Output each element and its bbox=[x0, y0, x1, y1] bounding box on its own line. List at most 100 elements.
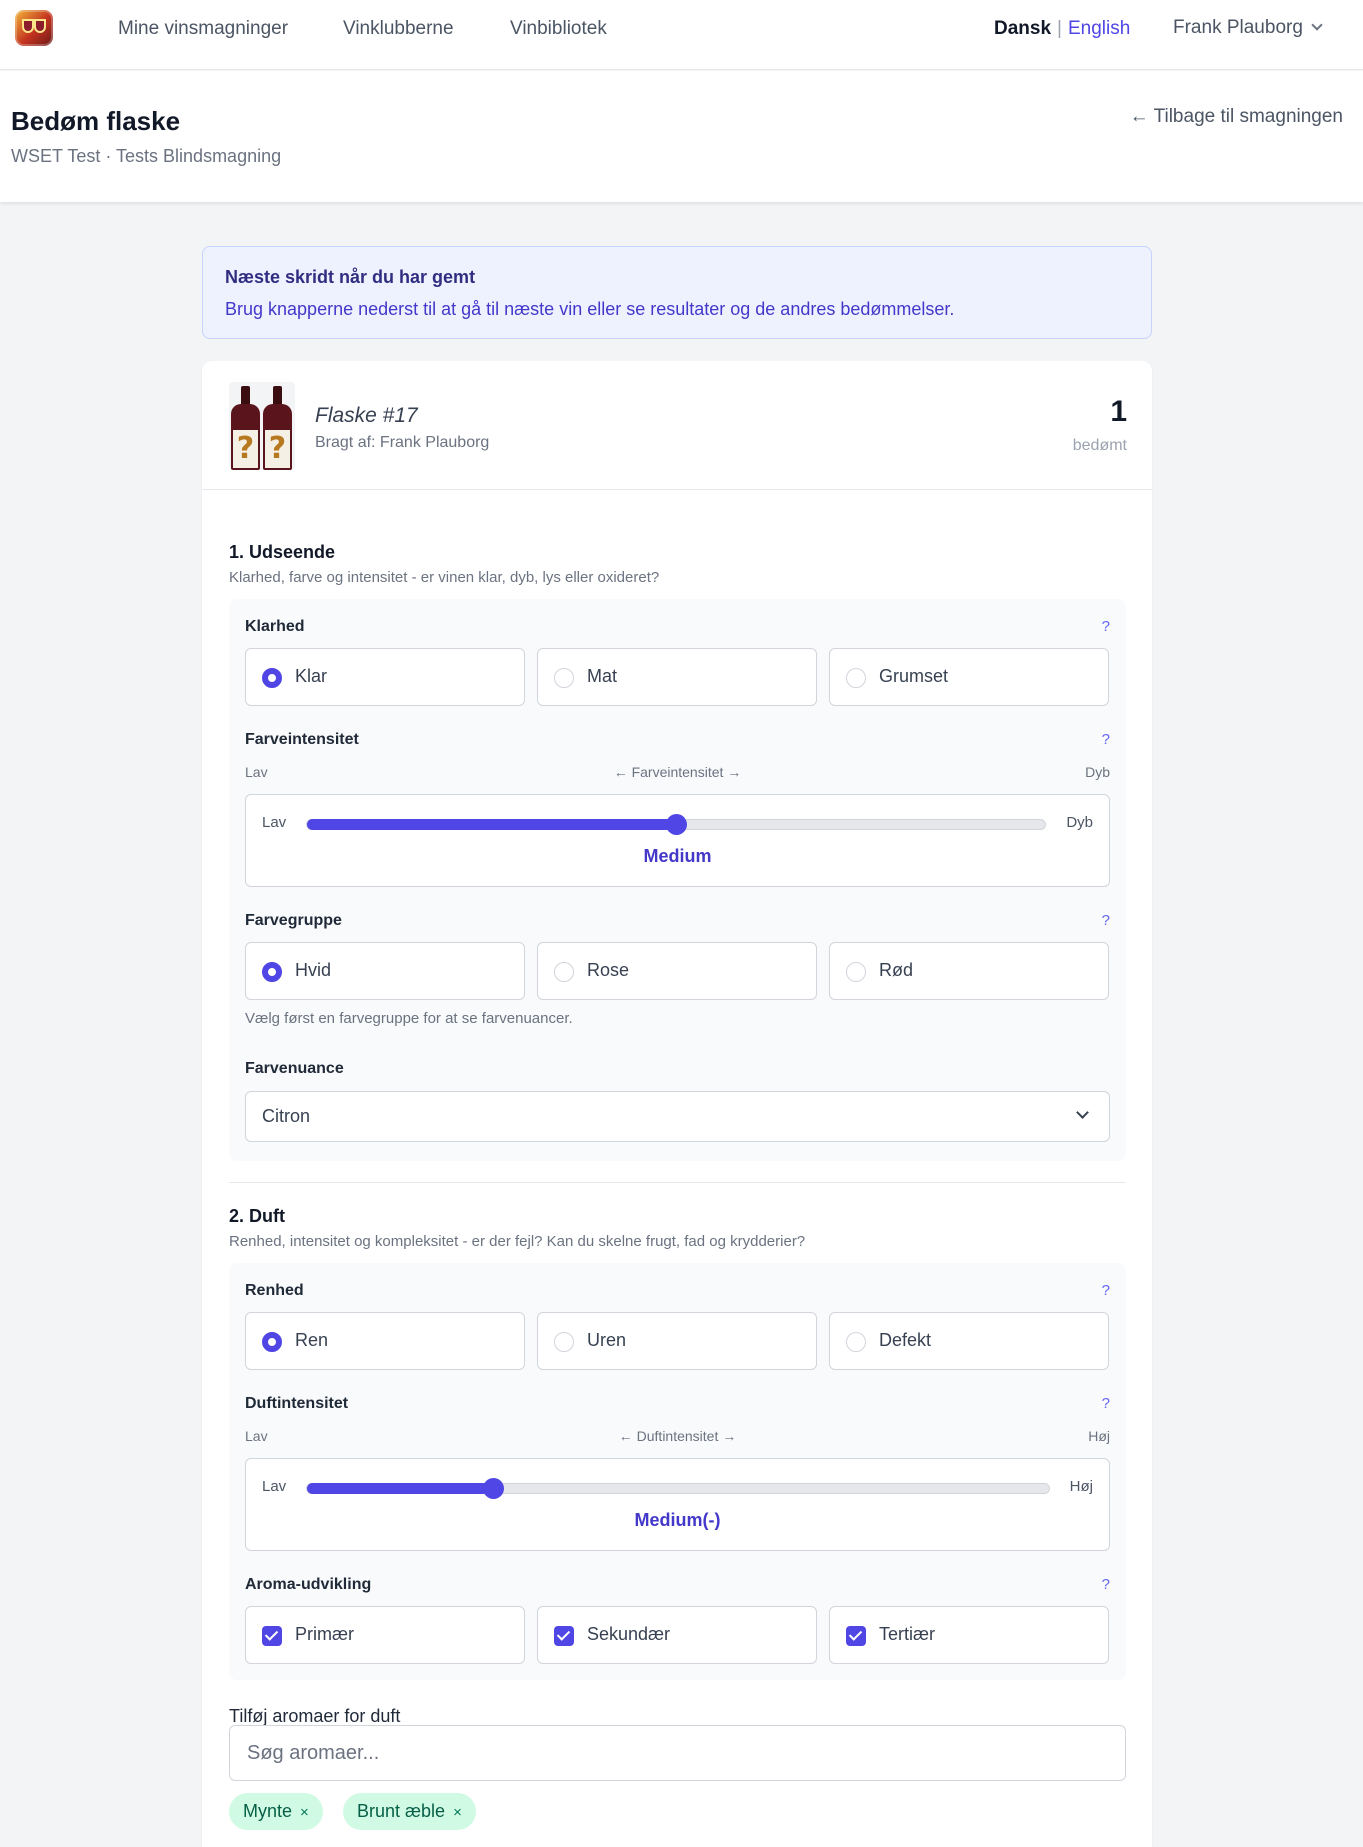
nav-link-wine-clubs[interactable]: Vinklubberne bbox=[343, 18, 454, 40]
bottle-thumbnail: ? ? bbox=[229, 382, 295, 470]
condition-option-ren[interactable]: Ren bbox=[245, 1312, 525, 1370]
slider-max-label: Høj bbox=[1069, 1478, 1093, 1495]
back-to-tasting-link[interactable]: ← Tilbage til smagningen bbox=[1130, 106, 1343, 128]
page-header: Bedøm flaske WSET Test · Tests Blindsmag… bbox=[0, 71, 1363, 202]
clarity-label: Klarhed bbox=[245, 618, 305, 635]
lang-english[interactable]: English bbox=[1068, 18, 1130, 39]
slider-fill bbox=[307, 819, 676, 830]
nose-panel: Renhed ? Ren Uren Defekt Duftintensitet … bbox=[229, 1263, 1126, 1680]
aroma-intensity-label: Duftintensitet bbox=[245, 1395, 349, 1412]
aroma-search-input[interactable] bbox=[229, 1725, 1126, 1781]
radio-selected-icon bbox=[262, 962, 282, 982]
radio-unselected-icon bbox=[846, 962, 866, 982]
aroma-chip: Mynte × bbox=[229, 1793, 323, 1830]
aromas-label: Tilføj aromaer for duft bbox=[229, 1706, 401, 1726]
color-intensity-help-icon[interactable]: ? bbox=[1102, 731, 1110, 748]
slider-handle[interactable] bbox=[666, 814, 687, 835]
top-navigation: Mine vinsmagninger Vinklubberne Vinbibli… bbox=[0, 0, 1363, 70]
aroma-intensity-slider[interactable] bbox=[306, 1478, 1050, 1499]
clarity-help-icon[interactable]: ? bbox=[1102, 618, 1110, 635]
slider-handle[interactable] bbox=[482, 1478, 504, 1499]
development-help-icon[interactable]: ? bbox=[1102, 1576, 1110, 1593]
option-label: Grumset bbox=[879, 666, 949, 686]
slider-fill bbox=[307, 1483, 493, 1494]
color-group-option-rose[interactable]: Rose bbox=[537, 942, 817, 1000]
option-label: Mat bbox=[587, 666, 618, 686]
section-desc-nose: Renhed, intensitet og kompleksitet - er … bbox=[229, 1233, 806, 1250]
option-label: Ren bbox=[295, 1330, 329, 1350]
option-label: Defekt bbox=[879, 1330, 932, 1350]
color-group-help-icon[interactable]: ? bbox=[1102, 912, 1110, 929]
color-intensity-slider-box: Lav Dyb Medium bbox=[245, 794, 1110, 887]
bottle-label-glyph: ? bbox=[265, 430, 290, 468]
rated-count: 1 bbox=[1110, 395, 1127, 428]
clarity-option-klar[interactable]: Klar bbox=[245, 648, 525, 706]
user-name: Frank Plauborg bbox=[1173, 17, 1303, 38]
bottle-brought-by: Bragt af: Frank Plauborg bbox=[315, 434, 490, 451]
banner-title: Næste skridt når du har gemt bbox=[225, 267, 476, 287]
slider-min-label: Lav bbox=[262, 814, 287, 831]
banner-text: Brug knapperne nederst til at gå til næs… bbox=[225, 299, 955, 319]
radio-unselected-icon bbox=[554, 1332, 574, 1352]
option-label: Tertiær bbox=[879, 1624, 936, 1644]
section-divider bbox=[229, 1182, 1126, 1183]
development-option-tertiary[interactable]: Tertiær bbox=[829, 1606, 1109, 1664]
page-subtitle: WSET Test · Tests Blindsmagning bbox=[11, 146, 282, 166]
radio-unselected-icon bbox=[554, 962, 574, 982]
color-hue-label: Farvenuance bbox=[245, 1060, 344, 1077]
lang-separator: | bbox=[1057, 18, 1062, 39]
radio-selected-icon bbox=[262, 668, 282, 688]
clarity-option-mat[interactable]: Mat bbox=[537, 648, 817, 706]
nav-link-wine-library[interactable]: Vinbibliotek bbox=[510, 18, 607, 40]
scale-hint-right: Høj bbox=[1088, 1428, 1110, 1444]
option-label: Rose bbox=[587, 960, 630, 980]
development-option-primary[interactable]: Primær bbox=[245, 1606, 525, 1664]
language-switcher: Dansk | English bbox=[994, 18, 1130, 40]
checkbox-checked-icon bbox=[262, 1626, 282, 1646]
bottle-header: ? ? Flaske #17 Bragt af: Frank Plauborg … bbox=[202, 361, 1152, 490]
chip-label: Mynte bbox=[243, 1801, 293, 1821]
scale-hint-center: ← Farveintensitet → bbox=[613, 764, 742, 780]
select-value: Citron bbox=[262, 1106, 311, 1126]
option-label: Primær bbox=[295, 1624, 354, 1644]
radio-selected-icon bbox=[262, 1332, 282, 1352]
app-logo-icon[interactable] bbox=[15, 10, 53, 46]
radio-unselected-icon bbox=[554, 668, 574, 688]
clarity-option-grumset[interactable]: Grumset bbox=[829, 648, 1109, 706]
checkbox-checked-icon bbox=[846, 1626, 866, 1646]
aroma-chip: Brunt æble × bbox=[343, 1793, 476, 1830]
option-label: Klar bbox=[295, 666, 328, 686]
color-group-option-rod[interactable]: Rød bbox=[829, 942, 1109, 1000]
section-title-appearance: 1. Udseende bbox=[229, 542, 336, 562]
development-option-secondary[interactable]: Sekundær bbox=[537, 1606, 817, 1664]
radio-unselected-icon bbox=[846, 1332, 866, 1352]
color-group-note: Vælg først en farvegruppe for at se farv… bbox=[245, 1010, 573, 1027]
section-title-nose: 2. Duft bbox=[229, 1206, 285, 1226]
user-menu[interactable]: Frank Plauborg bbox=[1173, 17, 1323, 39]
color-intensity-value: Medium bbox=[643, 846, 712, 866]
option-label: Rød bbox=[879, 960, 914, 980]
next-steps-banner: Næste skridt når du har gemt Brug knappe… bbox=[202, 246, 1152, 339]
color-intensity-label: Farveintensitet bbox=[245, 731, 359, 748]
color-hue-select[interactable]: Citron bbox=[245, 1091, 1110, 1142]
bottle-icon: ? bbox=[263, 386, 292, 470]
aroma-intensity-help-icon[interactable]: ? bbox=[1102, 1395, 1110, 1412]
remove-chip-icon[interactable]: × bbox=[300, 1794, 309, 1831]
condition-option-uren[interactable]: Uren bbox=[537, 1312, 817, 1370]
aroma-intensity-value: Medium(-) bbox=[634, 1510, 721, 1530]
lang-danish[interactable]: Dansk bbox=[994, 18, 1051, 39]
scale-hint-right: Dyb bbox=[1085, 764, 1110, 780]
bottle-label-glyph: ? bbox=[233, 430, 258, 468]
scale-hint-center: ← Duftintensitet → bbox=[618, 1428, 737, 1444]
chevron-down-icon bbox=[1076, 1106, 1089, 1119]
bottle-icon: ? bbox=[231, 386, 260, 470]
color-intensity-slider[interactable] bbox=[306, 814, 1046, 835]
color-group-option-hvid[interactable]: Hvid bbox=[245, 942, 525, 1000]
option-label: Hvid bbox=[295, 960, 332, 980]
option-label: Sekundær bbox=[587, 1624, 671, 1644]
section-desc-appearance: Klarhed, farve og intensitet - er vinen … bbox=[229, 569, 660, 586]
condition-option-defekt[interactable]: Defekt bbox=[829, 1312, 1109, 1370]
nav-link-my-tastings[interactable]: Mine vinsmagninger bbox=[118, 18, 288, 40]
remove-chip-icon[interactable]: × bbox=[453, 1794, 462, 1831]
condition-help-icon[interactable]: ? bbox=[1102, 1282, 1110, 1299]
